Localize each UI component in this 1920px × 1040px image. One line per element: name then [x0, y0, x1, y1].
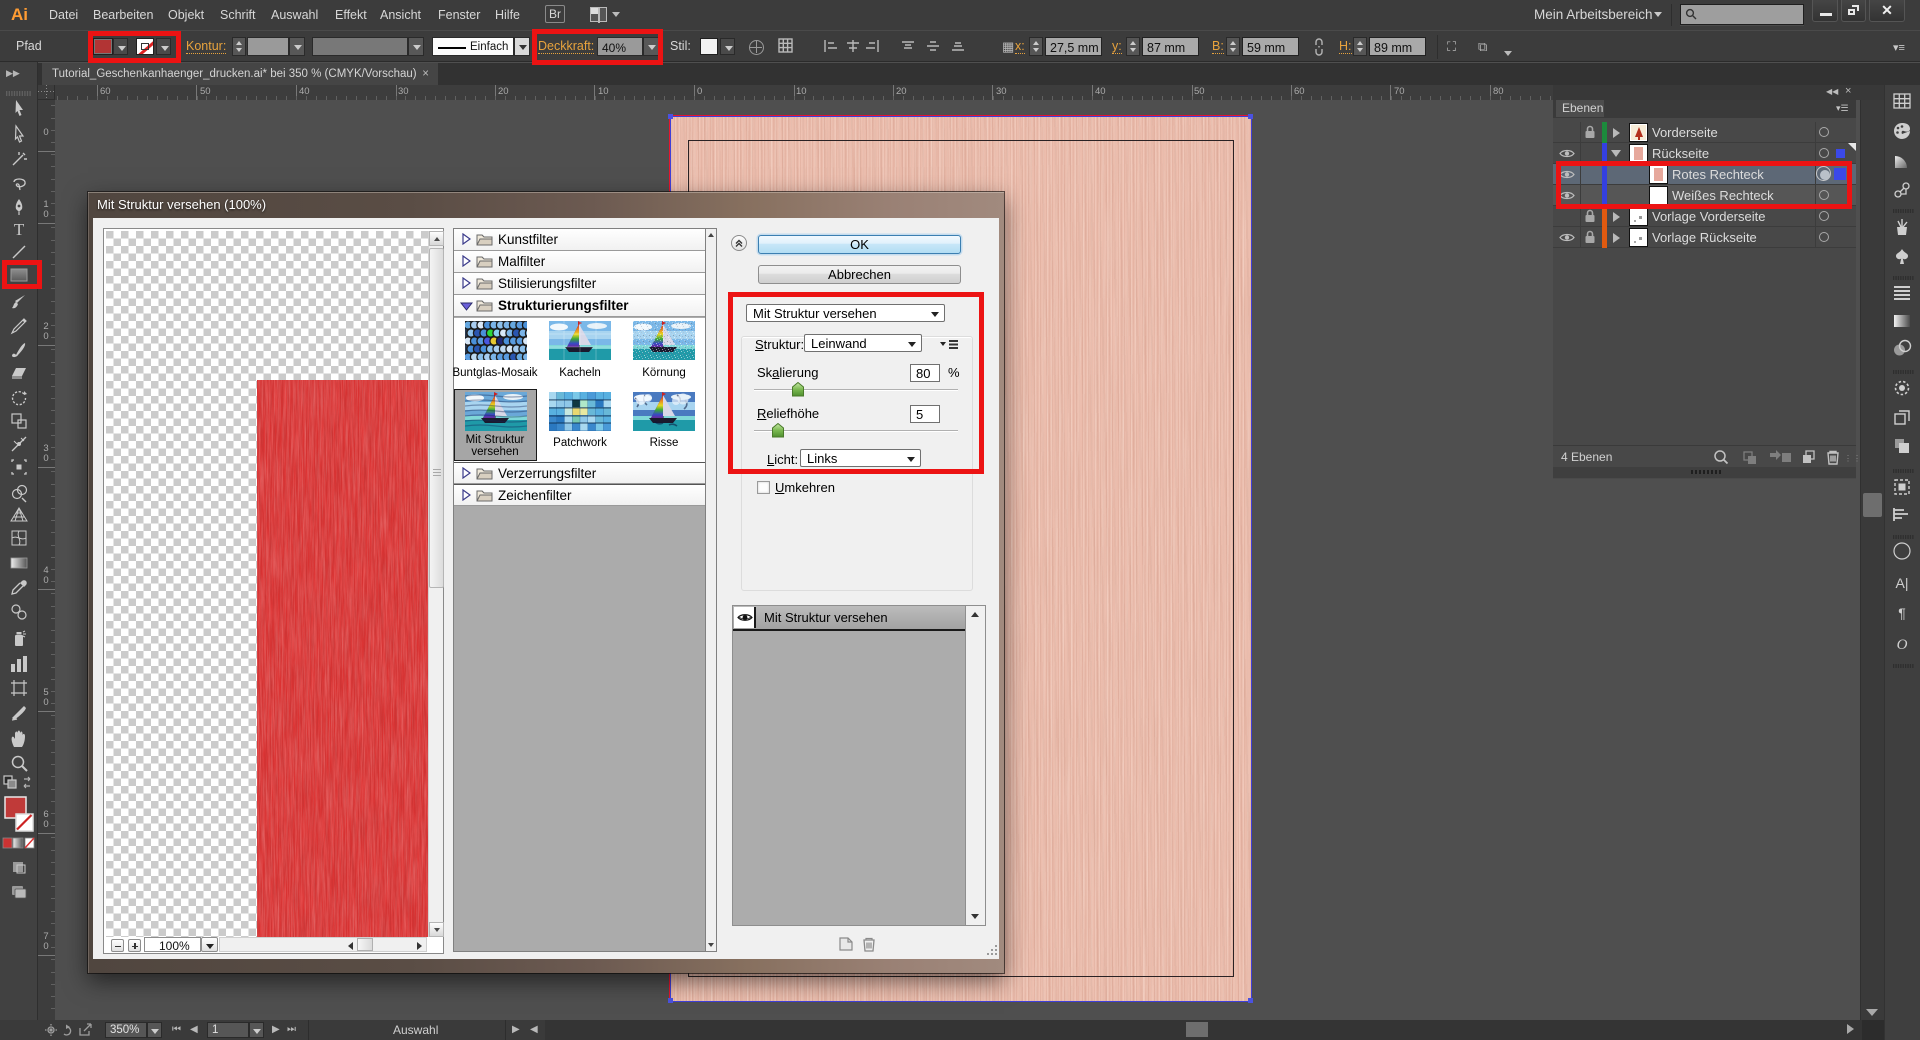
- svg-text:¶: ¶: [1898, 605, 1906, 621]
- svg-text:▶▶: ▶▶: [6, 68, 20, 78]
- svg-text:T: T: [14, 220, 25, 239]
- svg-text:O: O: [1897, 637, 1908, 653]
- svg-text:A|: A|: [1896, 575, 1909, 591]
